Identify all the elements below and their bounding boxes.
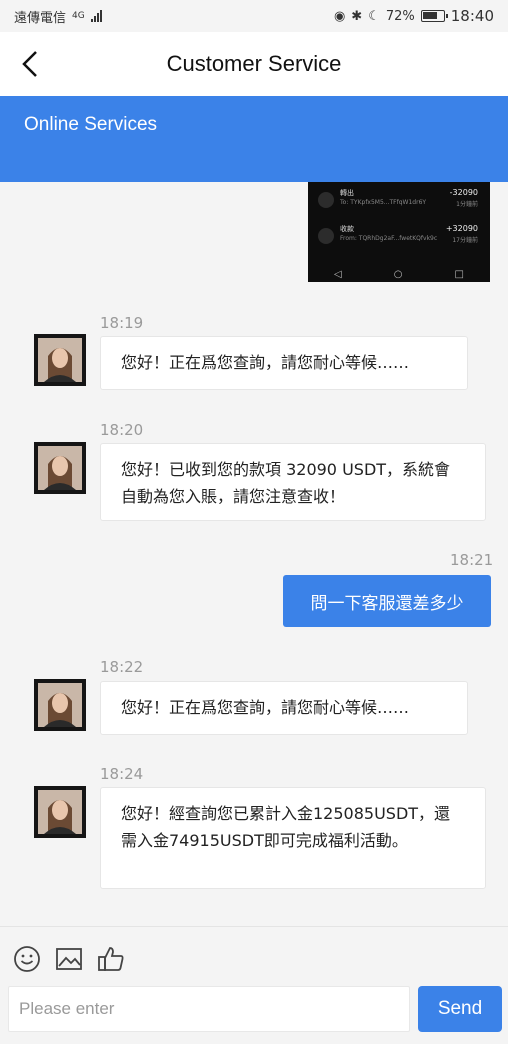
status-bar: 遠傳電信 4G ◉ ✱ ☾ 72% 18:40 xyxy=(0,0,508,32)
back-button[interactable] xyxy=(14,48,46,80)
home-circle-icon: ○ xyxy=(393,268,403,280)
battery-icon xyxy=(420,10,448,22)
send-button[interactable]: Send xyxy=(418,986,502,1032)
message-text: 您好！經查詢您已累計入金125085USDT，還需入金74915USDT即可完成… xyxy=(121,804,451,850)
transaction-address: To: TYKpfx5M5...TFfqW1dr6Y xyxy=(340,199,427,206)
agent-avatar xyxy=(34,786,86,838)
carrier-label: 遠傳電信 xyxy=(14,10,67,26)
message-time: 18:24 xyxy=(100,765,144,783)
agent-message-bubble: 您好！正在爲您查詢，請您耐心等候…… xyxy=(100,681,468,735)
signal-icon xyxy=(90,10,102,22)
back-triangle-icon: ◁ xyxy=(334,268,342,280)
image-button[interactable] xyxy=(54,944,84,974)
app-header: Customer Service xyxy=(0,32,508,96)
agent-message-bubble: 您好！正在爲您查詢，請您耐心等候…… xyxy=(100,336,468,390)
agent-avatar-image xyxy=(34,334,86,386)
chevron-left-icon xyxy=(22,51,37,77)
moon-icon: ☾ xyxy=(368,8,380,24)
transaction-row: 轉出 To: TYKpfx5M5...TFfqW1dr6Y -32090 1分鐘… xyxy=(308,184,490,214)
agent-message-bubble: 您好！經查詢您已累計入金125085USDT，還需入金74915USDT即可完成… xyxy=(100,787,486,889)
image-icon xyxy=(56,948,82,970)
agent-message-bubble: 您好！已收到您的款項 32090 USDT，系統會自動為您入賬，請您注意查收！ xyxy=(100,443,486,521)
emoji-button[interactable] xyxy=(12,944,42,974)
eye-icon: ◉ xyxy=(333,8,346,24)
message-text: 您好！正在爲您查詢，請您耐心等候…… xyxy=(121,353,410,372)
message-time: 18:22 xyxy=(100,658,144,676)
agent-avatar xyxy=(34,334,86,386)
agent-avatar-image xyxy=(34,786,86,838)
agent-avatar xyxy=(34,679,86,731)
message-text: 您好！已收到您的款項 32090 USDT，系統會自動為您入賬，請您注意查收！ xyxy=(121,460,451,506)
transaction-icon xyxy=(318,228,334,244)
page-title: Customer Service xyxy=(166,51,342,76)
agent-avatar-image xyxy=(34,442,86,494)
message-time: 18:21 xyxy=(450,551,494,569)
thumbs-up-icon xyxy=(98,947,124,971)
message-time: 18:19 xyxy=(100,314,144,332)
network-label: 4G xyxy=(72,11,85,21)
recents-square-icon: □ xyxy=(454,268,464,280)
screenshot-message-image[interactable]: 轉出 To: TYKpfx5M5...TFfqW1dr6Y -32090 1分鐘… xyxy=(308,182,490,282)
message-text: 您好！正在爲您查詢，請您耐心等候…… xyxy=(121,698,410,717)
transaction-row: 收款 From: TQRhDg2aF...fwetKQfvk9c +32090 … xyxy=(308,220,490,250)
message-input[interactable] xyxy=(8,986,410,1032)
message-time: 18:20 xyxy=(100,421,144,439)
transaction-time: 1分鐘前 xyxy=(456,201,478,208)
transaction-amount: +32090 xyxy=(445,224,478,233)
agent-avatar-image xyxy=(34,679,86,731)
bluetooth-icon: ✱ xyxy=(351,8,363,24)
agent-avatar xyxy=(34,442,86,494)
user-message-bubble: 問一下客服還差多少 xyxy=(283,575,491,627)
emoji-icon xyxy=(14,946,40,972)
transaction-title: 轉出 xyxy=(340,189,354,197)
thumbs-up-button[interactable] xyxy=(96,944,126,974)
transaction-address: From: TQRhDg2aF...fwetKQfvk9c xyxy=(340,235,438,242)
transaction-time: 17分鐘前 xyxy=(452,237,478,244)
transaction-icon xyxy=(318,192,334,208)
transaction-amount: -32090 xyxy=(449,188,478,197)
message-text: 問一下客服還差多少 xyxy=(310,593,464,614)
service-banner: Online Services xyxy=(0,96,508,182)
battery-percent: 72% xyxy=(385,8,415,24)
banner-title: Online Services xyxy=(24,114,158,135)
clock: 18:40 xyxy=(450,7,494,25)
transaction-title: 收款 xyxy=(340,225,354,233)
phone-nav-bar: ◁ ○ □ xyxy=(308,266,490,282)
